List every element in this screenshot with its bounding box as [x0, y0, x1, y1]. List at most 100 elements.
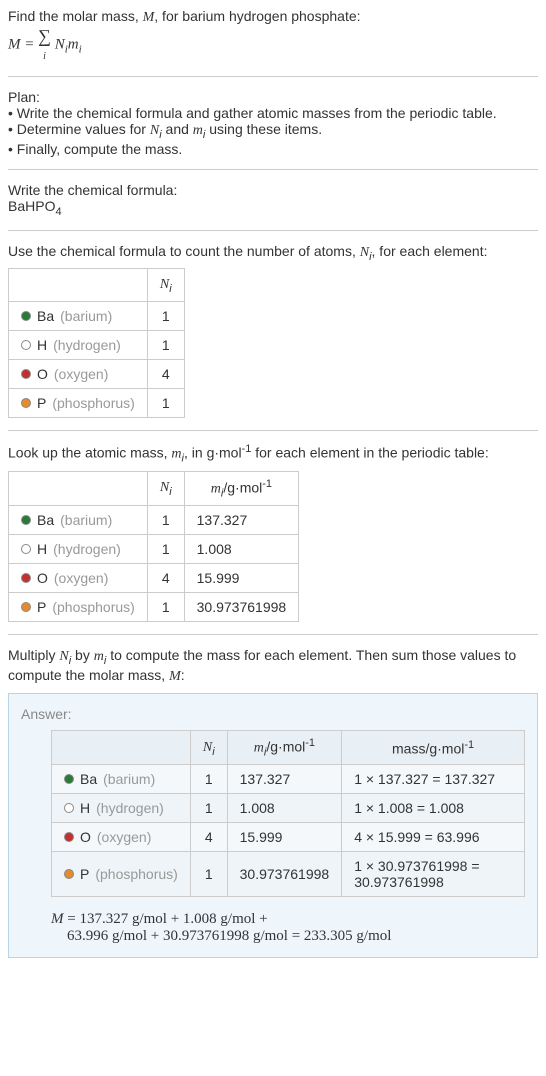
mass-header: mass/g·mol-1	[342, 730, 525, 764]
table-row: Ba (barium) 1 137.327 1 × 137.327 = 137.…	[52, 765, 525, 794]
molar-mass-formula: M = ∑i Nimi	[8, 26, 538, 64]
n-value: 4	[147, 360, 184, 389]
element-cell: P (phosphorus)	[9, 593, 148, 622]
element-swatch	[21, 340, 31, 350]
formula-lhs: M	[8, 36, 21, 52]
table-row: H (hydrogen) 1 1.008	[9, 535, 299, 564]
element-swatch	[21, 398, 31, 408]
formula-eq: =	[21, 36, 39, 52]
mass-value: 1 × 1.008 = 1.008	[342, 794, 525, 823]
table-header-row: Ni mi/g·mol-1 mass/g·mol-1	[52, 730, 525, 764]
n-value: 4	[147, 564, 184, 593]
multiply-section: Multiply Ni by mi to compute the mass fo…	[8, 647, 538, 685]
divider	[8, 634, 538, 635]
m-value: 1.008	[227, 794, 342, 823]
element-cell: O (oxygen)	[9, 360, 148, 389]
empty-header	[9, 471, 148, 505]
m-value: 30.973761998	[227, 852, 342, 897]
table-row: P (phosphorus) 1	[9, 389, 185, 418]
element-swatch	[21, 602, 31, 612]
plan-section: Plan: Write the chemical formula and gat…	[8, 89, 538, 157]
intro-text: Find the molar mass, M, for barium hydro…	[8, 8, 538, 26]
n-value: 1	[190, 852, 227, 897]
formula-m-sub: i	[79, 43, 82, 55]
answer-box: Answer: Ni mi/g·mol-1 mass/g·mol-1 Ba (b…	[8, 693, 538, 958]
n-header: Ni	[147, 269, 184, 302]
m-value: 15.999	[227, 823, 342, 852]
empty-header	[52, 730, 191, 764]
mass-value: 1 × 137.327 = 137.327	[342, 765, 525, 794]
m-value: 15.999	[184, 564, 299, 593]
sum-symbol: ∑	[38, 26, 51, 46]
n-value: 1	[190, 765, 227, 794]
n-value: 1	[147, 331, 184, 360]
m-header: mi/g·mol-1	[227, 730, 342, 764]
sum-index: i	[43, 51, 46, 62]
atomic-mass-table: Ni mi/g·mol-1 Ba (barium) 1 137.327 H (h…	[8, 471, 299, 622]
element-cell: P (phosphorus)	[52, 852, 191, 897]
n-value: 1	[147, 593, 184, 622]
table-row: O (oxygen) 4	[9, 360, 185, 389]
element-swatch	[21, 515, 31, 525]
n-value: 1	[190, 794, 227, 823]
divider	[8, 230, 538, 231]
table-row: O (oxygen) 4 15.999	[9, 564, 299, 593]
count-atoms-label: Use the chemical formula to count the nu…	[8, 243, 538, 263]
element-cell: Ba (barium)	[9, 506, 148, 535]
table-header-row: Ni mi/g·mol-1	[9, 471, 299, 505]
plan-item-2: Determine values for Ni and mi using the…	[8, 121, 538, 141]
n-value: 1	[147, 302, 184, 331]
n-value: 1	[147, 535, 184, 564]
element-cell: Ba (barium)	[52, 765, 191, 794]
table-row: O (oxygen) 4 15.999 4 × 15.999 = 63.996	[52, 823, 525, 852]
answer-label: Answer:	[21, 706, 525, 722]
table-row: P (phosphorus) 1 30.973761998 1 × 30.973…	[52, 852, 525, 897]
answer-table: Ni mi/g·mol-1 mass/g·mol-1 Ba (barium) 1…	[51, 730, 525, 897]
element-swatch	[64, 774, 74, 784]
chem-formula-value: BaHPO4	[8, 198, 538, 218]
m-value: 1.008	[184, 535, 299, 564]
n-value: 4	[190, 823, 227, 852]
chem-formula-section: Write the chemical formula: BaHPO4	[8, 182, 538, 218]
table-row: P (phosphorus) 1 30.973761998	[9, 593, 299, 622]
element-cell: O (oxygen)	[9, 564, 148, 593]
n-header: Ni	[190, 730, 227, 764]
element-cell: H (hydrogen)	[9, 535, 148, 564]
plan-item-1: Write the chemical formula and gather at…	[8, 105, 538, 121]
divider	[8, 169, 538, 170]
element-swatch	[64, 869, 74, 879]
formula-m: m	[68, 36, 79, 52]
mass-value: 4 × 15.999 = 63.996	[342, 823, 525, 852]
m-value: 137.327	[227, 765, 342, 794]
formula-N: N	[51, 36, 65, 52]
intro-section: Find the molar mass, M, for barium hydro…	[8, 8, 538, 64]
plan-list: Write the chemical formula and gather at…	[8, 105, 538, 157]
mass-value: 1 × 30.973761998 = 30.973761998	[342, 852, 525, 897]
element-swatch	[21, 544, 31, 554]
n-value: 1	[147, 389, 184, 418]
lookup-label: Look up the atomic mass, mi, in g·mol-1 …	[8, 443, 538, 464]
n-header: Ni	[147, 471, 184, 505]
element-swatch	[21, 369, 31, 379]
element-swatch	[64, 803, 74, 813]
table-row: H (hydrogen) 1 1.008 1 × 1.008 = 1.008	[52, 794, 525, 823]
lookup-section: Look up the atomic mass, mi, in g·mol-1 …	[8, 443, 538, 622]
var-M: M	[143, 10, 155, 25]
divider	[8, 76, 538, 77]
n-value: 1	[147, 506, 184, 535]
m-value: 30.973761998	[184, 593, 299, 622]
m-header: mi/g·mol-1	[184, 471, 299, 505]
multiply-label: Multiply Ni by mi to compute the mass fo…	[8, 647, 538, 685]
table-header-row: Ni	[9, 269, 185, 302]
element-swatch	[21, 573, 31, 583]
final-result: M = 137.327 g/mol + 1.008 g/mol + 63.996…	[51, 911, 525, 945]
m-value: 137.327	[184, 506, 299, 535]
element-cell: H (hydrogen)	[52, 794, 191, 823]
intro-line1-cont: , for barium hydrogen phosphate:	[154, 8, 360, 24]
element-cell: P (phosphorus)	[9, 389, 148, 418]
plan-item-3: Finally, compute the mass.	[8, 141, 538, 157]
intro-line1: Find the molar mass,	[8, 8, 143, 24]
element-cell: H (hydrogen)	[9, 331, 148, 360]
divider	[8, 430, 538, 431]
table-row: H (hydrogen) 1	[9, 331, 185, 360]
